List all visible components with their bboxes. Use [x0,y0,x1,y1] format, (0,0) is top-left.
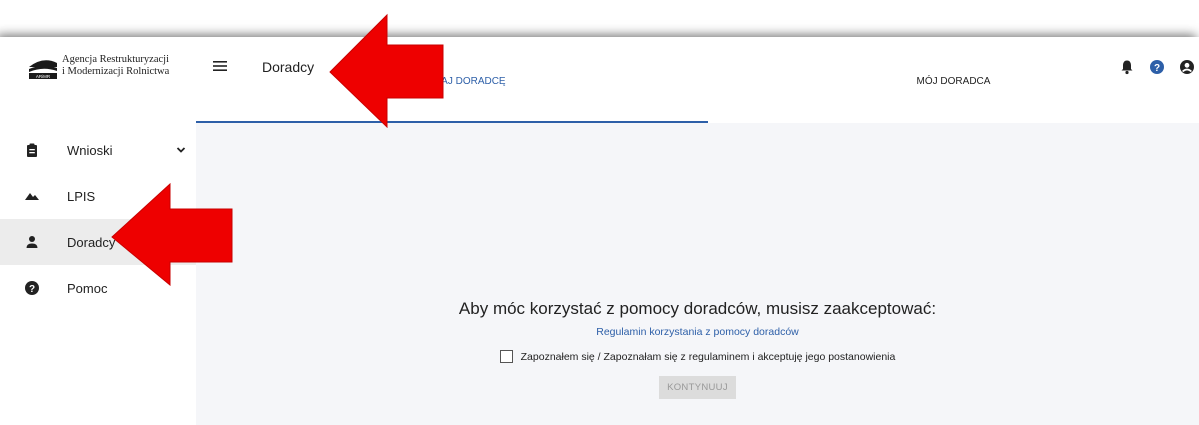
consent-title: Aby móc korzystać z pomocy doradców, mus… [458,299,937,318]
arrow-pointer-sidebar [111,182,233,286]
consent-checkbox-label: Zapoznałem się / Zapoznałam się z regula… [520,350,896,363]
arrow-pointer-title [329,13,444,128]
chevron-down-icon[interactable] [176,145,186,155]
sidebar-item-wnioski[interactable]: Wnioski [0,127,196,173]
arimr-logo-icon: ARiMR [28,54,58,80]
agency-logo[interactable]: ARiMR Agencja Restrukturyzacji i Moderni… [28,52,193,86]
continue-button[interactable]: KONTYNUUJ [659,376,736,399]
sidebar-item-label: Pomoc [67,280,108,296]
terrain-icon [25,193,39,200]
consent-checkbox[interactable] [499,350,513,363]
svg-text:ARiMR: ARiMR [36,74,51,79]
tab-moj-doradca[interactable]: MÓJ DORADCA [708,71,1199,123]
sidebar-item-label: Wnioski [67,142,113,158]
agency-name-line1: Agencja Restrukturyzacji [62,54,169,65]
clipboard-icon [27,143,37,157]
tab-wyszukaj-doradce[interactable]: WYSZUKAJ DORADCĘ [196,71,708,123]
agency-name: Agencja Restrukturyzacji i Modernizacji … [62,54,169,78]
agency-name-line2: i Modernizacji Rolnictwa [62,66,170,77]
main-content: Aby móc korzystać z pomocy doradców, mus… [196,123,1199,425]
tab-label: MÓJ DORADCA [916,76,991,87]
sidebar-item-label: LPIS [67,188,96,204]
tab-label: WYSZUKAJ DORADCĘ [398,76,506,87]
sidebar-item-label: Doradcy [67,234,116,250]
consent-checkbox-row[interactable]: Zapoznałem się / Zapoznałam się z regula… [196,350,1199,363]
svg-text:?: ? [29,284,35,295]
consent-panel: Aby móc korzystać z pomocy doradców, mus… [196,298,1199,399]
terms-link[interactable]: Regulamin korzystania z pomocy doradców [596,326,799,338]
help-icon: ? [25,281,39,295]
person-icon [26,236,38,248]
